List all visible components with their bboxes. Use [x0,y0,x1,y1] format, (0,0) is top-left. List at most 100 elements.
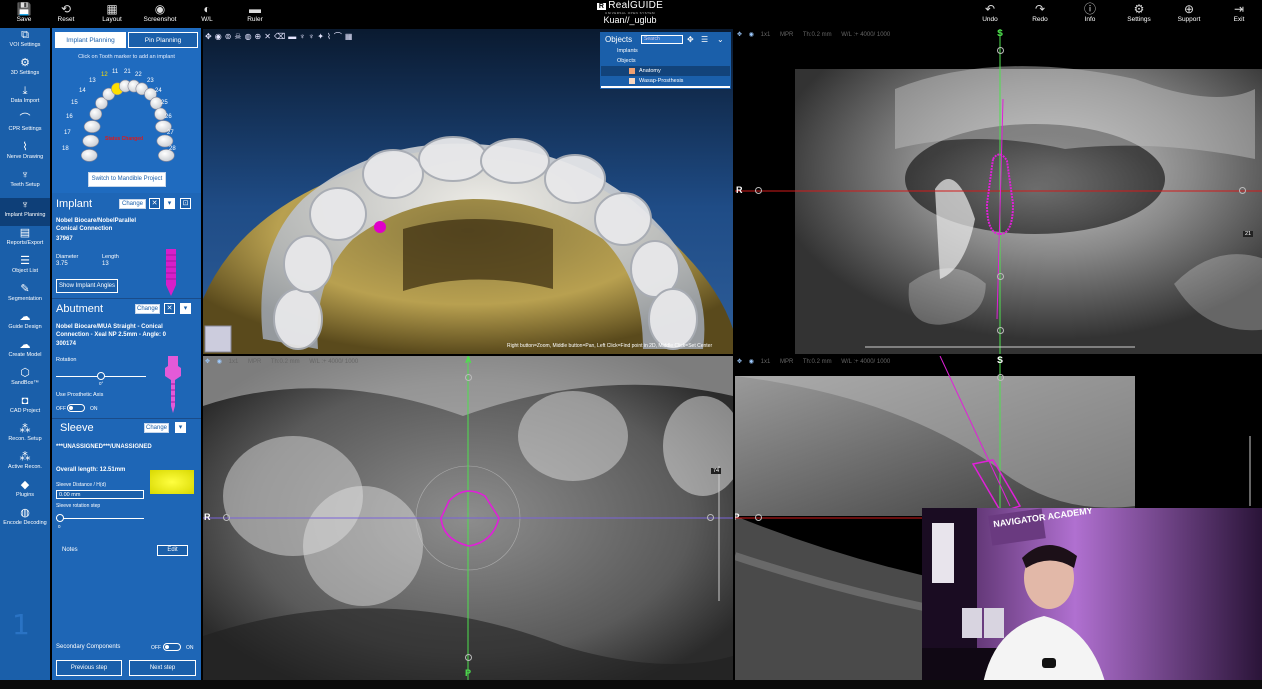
tooth-number-16[interactable]: 16 [66,114,73,120]
tooth-number-26[interactable]: 26 [165,114,172,120]
object-row[interactable]: Wasap-Prosthesis [601,76,730,86]
crosshair-handle[interactable] [755,187,762,194]
sidebar-item-data-import[interactable]: ⤓ Data Import [0,84,50,112]
tooth-number-13[interactable]: 13 [89,78,96,84]
crosshair-handle[interactable] [223,514,230,521]
abutment-close-icon[interactable]: ✕ [164,303,175,314]
tab-implant-planning[interactable]: Implant Planning [55,32,126,48]
implant-change-button[interactable]: Change [119,199,146,209]
crosshair-handle[interactable] [465,654,472,661]
tooth-number-27[interactable]: 27 [167,130,174,136]
move-icon[interactable]: ✥ [205,32,212,41]
objects-search-input[interactable]: Search [641,35,683,44]
camera-icon[interactable]: ◉ [217,359,222,365]
tooth-15[interactable] [89,107,103,121]
screenshot-button[interactable]: ◉ Screenshot [136,2,184,28]
tooth-number-15[interactable]: 15 [71,100,78,106]
ruler-button[interactable]: ▬ Ruler [231,2,279,28]
sleeve-distance-input[interactable]: 0.00 mm [56,490,144,499]
crosshair-handle[interactable] [755,514,762,521]
prosthetic-axis-toggle[interactable] [67,404,85,412]
crosshair-handle[interactable] [997,374,1004,381]
notes-edit-button[interactable]: Edit [157,545,188,556]
save-button[interactable]: 💾 Save [0,2,48,28]
tooth-number-11[interactable]: 11 [112,69,118,75]
view-coronal[interactable]: ✥ ◉ 1x1 MPR Th:0.2 mm W/L :+ 4000/ 1000 … [735,29,1262,354]
object-row[interactable]: Anatomy [601,66,730,76]
camera-icon[interactable]: ◉ [749,32,754,38]
undo-button[interactable]: ↶ Undo [966,2,1014,28]
abutment-change-button[interactable]: Change [135,304,160,314]
crosshair-handle[interactable] [465,374,472,381]
move-icon[interactable]: ✥ [687,33,694,46]
rotation-slider-knob[interactable] [97,372,105,380]
support-button[interactable]: ⊕ Support [1165,2,1213,28]
line-icon[interactable]: ⌒ [334,32,342,41]
implant-close-icon[interactable]: ✕ [149,198,160,209]
object-row[interactable]: Objects [601,56,730,66]
tooth-number-24[interactable]: 24 [155,88,162,94]
sidebar-item-nerve-drawing[interactable]: ⌇ Nerve Drawing [0,140,50,168]
pin-icon[interactable]: ✦ [317,32,324,41]
crosshair-icon[interactable]: ✥ [205,359,210,365]
sphere-icon[interactable]: ◍ [245,32,252,41]
tooth-number-21[interactable]: 21 [124,69,131,75]
sleeve-change-button[interactable]: Change [144,423,169,433]
previous-step-button[interactable]: Previous step [56,660,122,676]
show-implant-angles-button[interactable]: Show Implant Angles [56,279,118,293]
sidebar-item-encode-decoding[interactable]: ◍ Encode Decoding [0,506,50,534]
eraser-icon[interactable]: ⌫ [274,32,285,41]
crosshair-icon[interactable]: ✥ [737,359,742,365]
settings-button[interactable]: ⚙ Settings [1115,2,1163,28]
exit-button[interactable]: ⇥ Exit [1215,2,1262,28]
sidebar-item-implant-planning[interactable]: ♆ Implant Planning [0,198,50,226]
tooth-icon[interactable]: ♆ [308,32,314,41]
view-axial[interactable]: ✥ ◉ 1x1 MPR Th:0.2 mm W/L :+ 4000/ 1000 … [203,356,733,680]
object-row[interactable]: Implants [601,46,730,56]
tooth-number-23[interactable]: 23 [147,78,154,84]
sleeve-pin-icon[interactable]: ▾ [175,422,186,433]
switch-mandible-button[interactable]: Switch to Mandible Project [88,172,166,187]
grid-icon[interactable]: ▦ [345,32,353,41]
camera-icon[interactable]: ◉ [749,359,754,365]
crosshair-handle[interactable] [997,273,1004,280]
tooth-number-25[interactable]: 25 [161,100,168,106]
sidebar-item-active-recon-[interactable]: ⁂ Active Recon. [0,450,50,478]
sleeve-rotation-knob[interactable] [56,514,64,522]
tooth-number-12[interactable]: 12 [101,72,108,78]
secondary-components-toggle[interactable] [163,643,181,651]
reset-button[interactable]: ⟲ Reset [42,2,90,28]
crosshair-handle[interactable] [997,327,1004,334]
abutment-pin-icon[interactable]: ▾ [180,303,191,314]
sidebar-item-sandbox-[interactable]: ⬡ SandBox™ [0,366,50,394]
redo-button[interactable]: ↷ Redo [1016,2,1064,28]
sidebar-item-recon-setup[interactable]: ⁂ Recon. Setup [0,422,50,450]
close-icon[interactable]: ✕ [264,32,271,41]
implant-lock-icon[interactable]: ⊡ [180,198,191,209]
crosshair-handle[interactable] [1239,187,1246,194]
crosshair-handle[interactable] [997,47,1004,54]
crosshair-handle[interactable] [707,514,714,521]
tooth-16[interactable] [83,120,101,133]
sidebar-item-reports-export[interactable]: ▤ Reports/Export [0,226,50,254]
sidebar-item-3d-settings[interactable]: ⚙ 3D Settings [0,56,50,84]
tooth-17[interactable] [82,134,100,148]
sidebar-item-plugins[interactable]: ◆ Plugins [0,478,50,506]
chevron-down-icon[interactable]: ⌄ [717,33,724,46]
skull-icon[interactable]: ☠ [234,32,241,41]
ruler-icon[interactable]: ▬ [288,32,296,41]
crosshair-icon[interactable]: ✥ [737,32,742,38]
info-button[interactable]: ⓘ Info [1066,2,1114,28]
implant-pin-icon[interactable]: ▾ [164,198,175,209]
sidebar-item-voi-settings[interactable]: ⧉ VOI Settings [0,28,50,56]
sidebar-item-segmentation[interactable]: ✎ Segmentation [0,282,50,310]
implant-icon[interactable]: ♆ [299,32,305,41]
sidebar-item-create-model[interactable]: ☁ Create Model [0,338,50,366]
list-icon[interactable]: ☰ [701,33,708,46]
view-icon[interactable]: ⊚ [225,32,232,41]
sidebar-item-object-list[interactable]: ☰ Object List [0,254,50,282]
tooth-number-18[interactable]: 18 [62,146,69,152]
tooth-number-22[interactable]: 22 [135,72,142,78]
w-l-button[interactable]: ◐ W/L [183,2,231,28]
tooth-number-14[interactable]: 14 [79,88,86,94]
